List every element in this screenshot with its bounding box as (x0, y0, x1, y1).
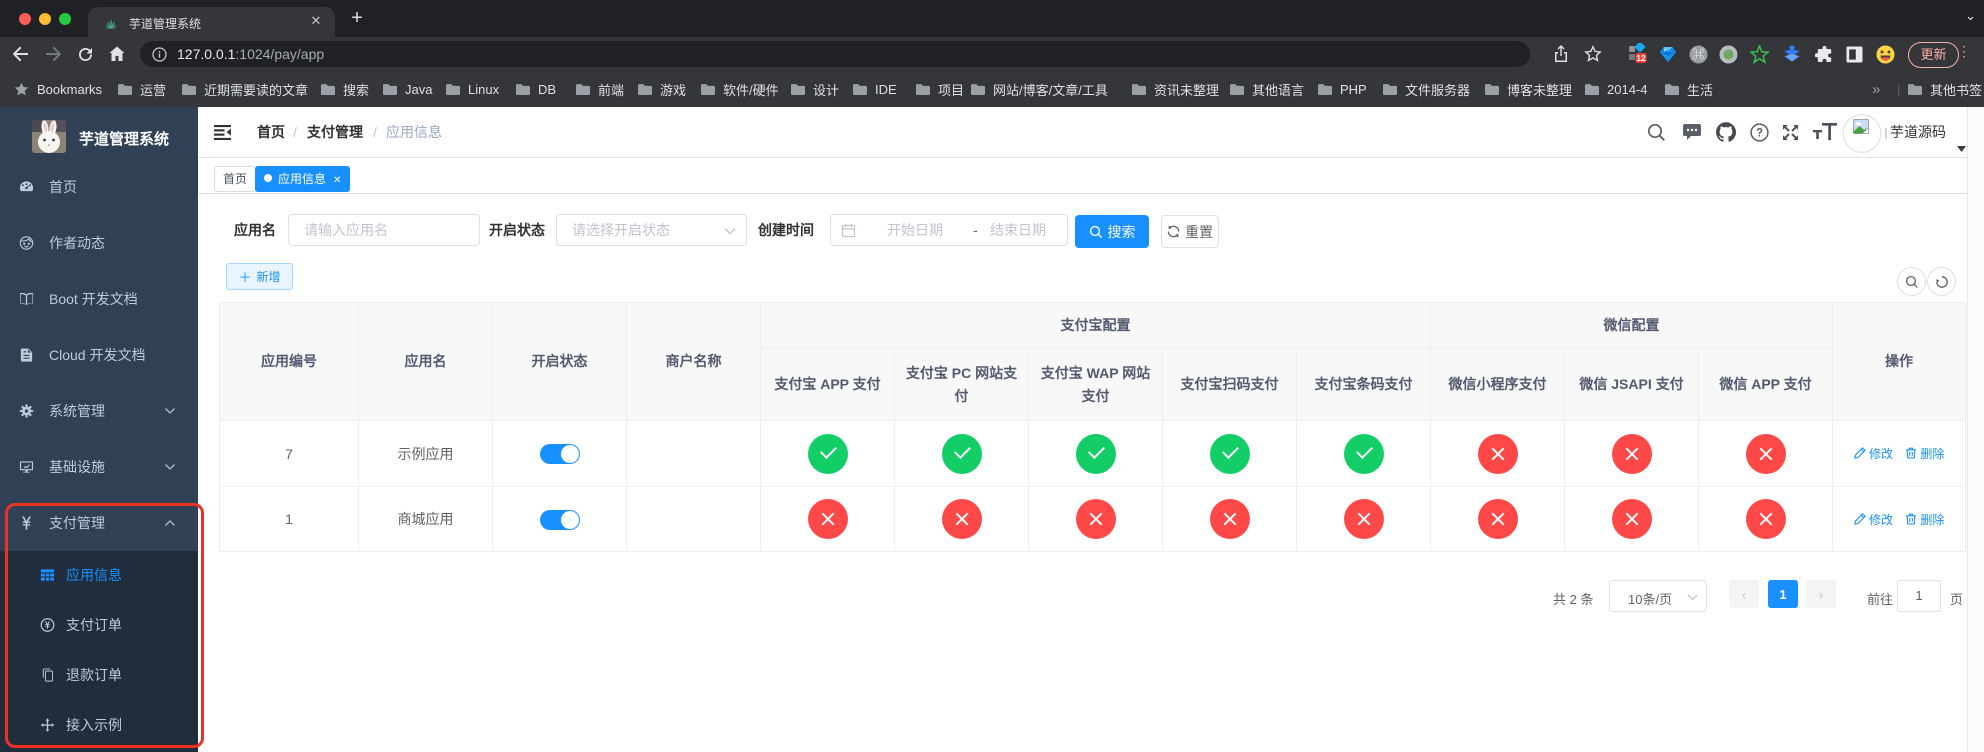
svg-text:⌘: ⌘ (1692, 47, 1704, 61)
svg-text:12: 12 (1636, 53, 1646, 63)
svg-text:?: ? (1756, 127, 1763, 139)
